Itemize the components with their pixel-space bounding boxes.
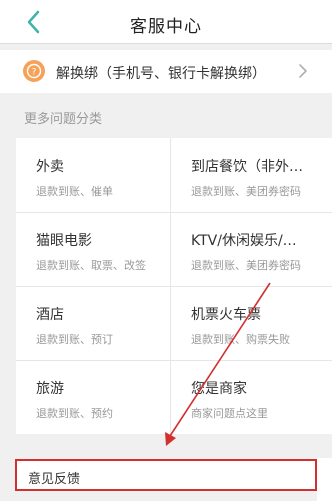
- header-bar: 客服中心: [0, 0, 332, 44]
- category-hotel[interactable]: 酒店 退款到账、预订: [16, 286, 170, 360]
- feedback-button[interactable]: 意见反馈: [15, 459, 317, 491]
- category-takeout[interactable]: 外卖 退款到账、催单: [16, 138, 170, 212]
- feedback-row-edge: [317, 458, 332, 501]
- category-subtitle: 退款到账、美团券密码: [191, 185, 301, 198]
- category-subtitle: 商家问题点这里: [191, 407, 268, 420]
- unbind-label: 解换绑（手机号、银行卡解换绑）: [56, 66, 266, 82]
- category-subtitle: 退款到账、美团券密码: [191, 259, 301, 272]
- category-travel[interactable]: 旅游 退款到账、预约: [16, 360, 170, 434]
- category-title: KTV/休闲娱乐/…: [191, 233, 297, 249]
- category-title: 猫眼电影: [36, 233, 92, 249]
- category-title: 您是商家: [191, 381, 247, 397]
- svg-text:?: ?: [32, 68, 37, 78]
- customer-service-page: 客服中心 ? 解换绑（手机号、银行卡解换绑） 更多问题分类 外卖 退款到账、催单…: [0, 0, 332, 501]
- chevron-right-icon: [299, 64, 307, 78]
- category-subtitle: 退款到账、预约: [36, 407, 113, 420]
- category-title: 酒店: [36, 307, 64, 323]
- unbind-row[interactable]: ? 解换绑（手机号、银行卡解换绑）: [0, 50, 332, 93]
- category-ktv[interactable]: KTV/休闲娱乐/… 退款到账、美团券密码: [171, 212, 325, 286]
- category-grid: 外卖 退款到账、催单 到店餐饮（非外… 退款到账、美团券密码 猫眼电影 退款到账…: [16, 138, 332, 434]
- question-icon: ?: [23, 60, 45, 82]
- category-movie[interactable]: 猫眼电影 退款到账、取票、改签: [16, 212, 170, 286]
- category-title: 到店餐饮（非外…: [191, 159, 303, 175]
- category-title: 外卖: [36, 159, 64, 175]
- category-title: 机票火车票: [191, 307, 261, 323]
- category-merchant[interactable]: 您是商家 商家问题点这里: [171, 360, 325, 434]
- category-subtitle: 退款到账、取票、改签: [36, 259, 146, 272]
- category-subtitle: 退款到账、预订: [36, 333, 113, 346]
- category-subtitle: 退款到账、购票失败: [191, 333, 290, 346]
- page-title: 客服中心: [130, 17, 202, 37]
- category-title: 旅游: [36, 381, 64, 397]
- section-label: 更多问题分类: [24, 112, 103, 127]
- category-tickets[interactable]: 机票火车票 退款到账、购票失败: [171, 286, 325, 360]
- category-dine-in[interactable]: 到店餐饮（非外… 退款到账、美团券密码: [171, 138, 325, 212]
- category-subtitle: 退款到账、催单: [36, 185, 113, 198]
- feedback-label: 意见反馈: [28, 472, 81, 487]
